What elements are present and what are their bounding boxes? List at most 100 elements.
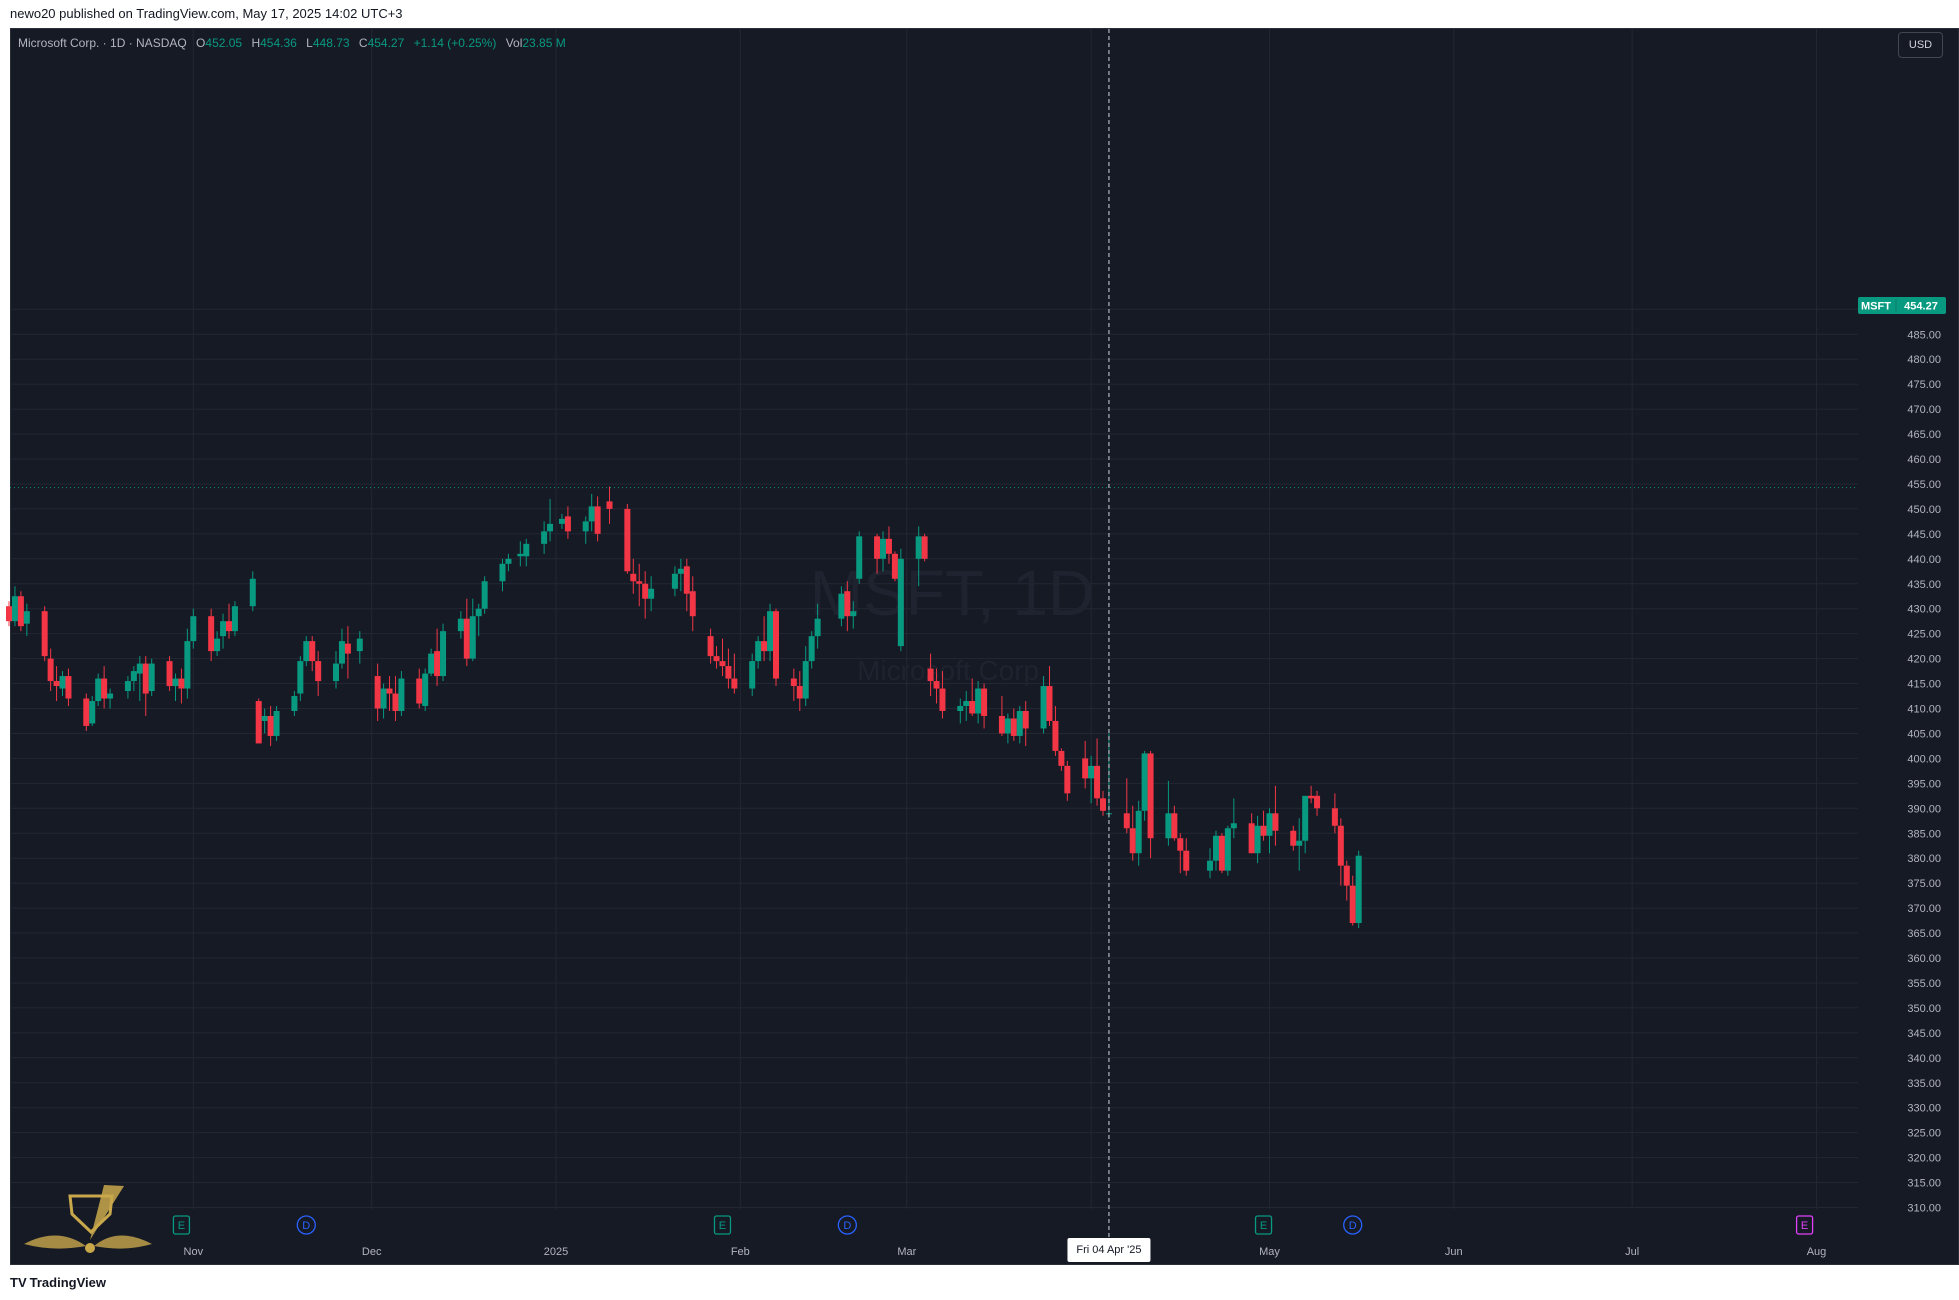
- candle[interactable]: [1260, 810, 1267, 841]
- candle[interactable]: [594, 496, 601, 542]
- candle[interactable]: [1254, 815, 1261, 864]
- candle[interactable]: [1337, 818, 1344, 886]
- candle[interactable]: [725, 648, 732, 689]
- candle[interactable]: [921, 533, 928, 562]
- candle[interactable]: [333, 651, 340, 689]
- candle[interactable]: [481, 576, 488, 614]
- candle[interactable]: [1230, 798, 1237, 839]
- candle[interactable]: [981, 683, 988, 729]
- candle[interactable]: [434, 628, 441, 687]
- candle[interactable]: [1004, 713, 1011, 744]
- candle[interactable]: [975, 681, 982, 724]
- candle[interactable]: [790, 668, 797, 702]
- candle[interactable]: [11, 586, 18, 627]
- candle[interactable]: [1129, 805, 1136, 861]
- legend-symbol[interactable]: Microsoft Corp. · 1D · NASDAQ: [18, 36, 187, 50]
- candle[interactable]: [772, 608, 779, 687]
- candle[interactable]: [208, 608, 215, 662]
- candle[interactable]: [297, 656, 304, 702]
- candle[interactable]: [719, 638, 726, 677]
- dividend-marker[interactable]: D: [1343, 1215, 1363, 1235]
- candle[interactable]: [1290, 825, 1297, 851]
- candle[interactable]: [749, 653, 756, 697]
- candle[interactable]: [1272, 785, 1279, 846]
- candle[interactable]: [1088, 755, 1095, 804]
- candle[interactable]: [190, 608, 197, 649]
- candle[interactable]: [1141, 750, 1148, 821]
- candle[interactable]: [523, 538, 530, 567]
- candle[interactable]: [214, 631, 221, 657]
- candle[interactable]: [469, 598, 476, 662]
- candle[interactable]: [148, 658, 155, 697]
- candle[interactable]: [588, 493, 595, 532]
- candle[interactable]: [1123, 778, 1130, 834]
- candle[interactable]: [499, 558, 506, 592]
- candle[interactable]: [315, 651, 322, 697]
- candle[interactable]: [220, 613, 227, 649]
- candle[interactable]: [65, 668, 72, 707]
- candle[interactable]: [671, 566, 678, 597]
- candle[interactable]: [802, 646, 809, 707]
- candle[interactable]: [713, 646, 720, 669]
- candle[interactable]: [897, 548, 904, 652]
- candle[interactable]: [731, 653, 738, 694]
- tradingview-logo[interactable]: TV TradingView: [10, 1274, 106, 1292]
- candle[interactable]: [755, 636, 762, 669]
- candle[interactable]: [107, 688, 114, 709]
- candle[interactable]: [249, 571, 256, 612]
- candle[interactable]: [1212, 830, 1219, 871]
- candle[interactable]: [255, 698, 262, 744]
- candle[interactable]: [856, 531, 863, 584]
- candle[interactable]: [689, 576, 696, 632]
- candle[interactable]: [606, 486, 613, 524]
- candle[interactable]: [541, 521, 548, 554]
- candle[interactable]: [136, 656, 143, 702]
- candlestick-chart[interactable]: MSFT, 1D Microsoft Corp. 310.00 315.00 320…: [0, 0, 1959, 1300]
- candle[interactable]: [1064, 760, 1071, 801]
- candle[interactable]: [624, 503, 631, 574]
- candle[interactable]: [386, 676, 393, 711]
- candle[interactable]: [1010, 708, 1017, 741]
- dividend-marker[interactable]: D: [296, 1215, 316, 1235]
- candle[interactable]: [374, 663, 381, 721]
- candle[interactable]: [683, 558, 690, 612]
- candle[interactable]: [1308, 785, 1315, 804]
- candle[interactable]: [101, 666, 108, 709]
- currency-button[interactable]: USD: [1898, 32, 1943, 58]
- candle[interactable]: [41, 606, 48, 662]
- candle[interactable]: [1171, 805, 1178, 841]
- candle[interactable]: [273, 706, 280, 741]
- candle[interactable]: [124, 676, 131, 699]
- candle[interactable]: [1296, 818, 1303, 871]
- candle[interactable]: [767, 603, 774, 662]
- candle[interactable]: [677, 558, 684, 592]
- candle[interactable]: [303, 636, 310, 667]
- candle[interactable]: [428, 648, 435, 677]
- candle[interactable]: [6, 601, 12, 627]
- candle[interactable]: [398, 671, 405, 716]
- candle[interactable]: [636, 563, 643, 607]
- candle[interactable]: [1343, 860, 1350, 901]
- candle[interactable]: [1218, 833, 1225, 874]
- candle[interactable]: [998, 696, 1005, 736]
- candle[interactable]: [142, 656, 149, 716]
- candle[interactable]: [17, 591, 24, 632]
- candle[interactable]: [309, 636, 316, 672]
- candle[interactable]: [1094, 738, 1101, 806]
- earnings-marker[interactable]: E: [172, 1215, 191, 1235]
- candle[interactable]: [1302, 795, 1309, 854]
- candle[interactable]: [130, 666, 137, 692]
- candle[interactable]: [440, 623, 447, 682]
- candle[interactable]: [1100, 790, 1107, 816]
- candle[interactable]: [1058, 748, 1065, 771]
- candle[interactable]: [291, 691, 298, 716]
- candle[interactable]: [547, 498, 554, 542]
- candle[interactable]: [796, 671, 803, 711]
- candle[interactable]: [261, 708, 268, 734]
- candle[interactable]: [1331, 793, 1338, 834]
- candle[interactable]: [891, 551, 898, 582]
- candle[interactable]: [1266, 808, 1273, 854]
- candle[interactable]: [957, 698, 964, 724]
- candle[interactable]: [808, 631, 815, 669]
- candle[interactable]: [558, 513, 565, 529]
